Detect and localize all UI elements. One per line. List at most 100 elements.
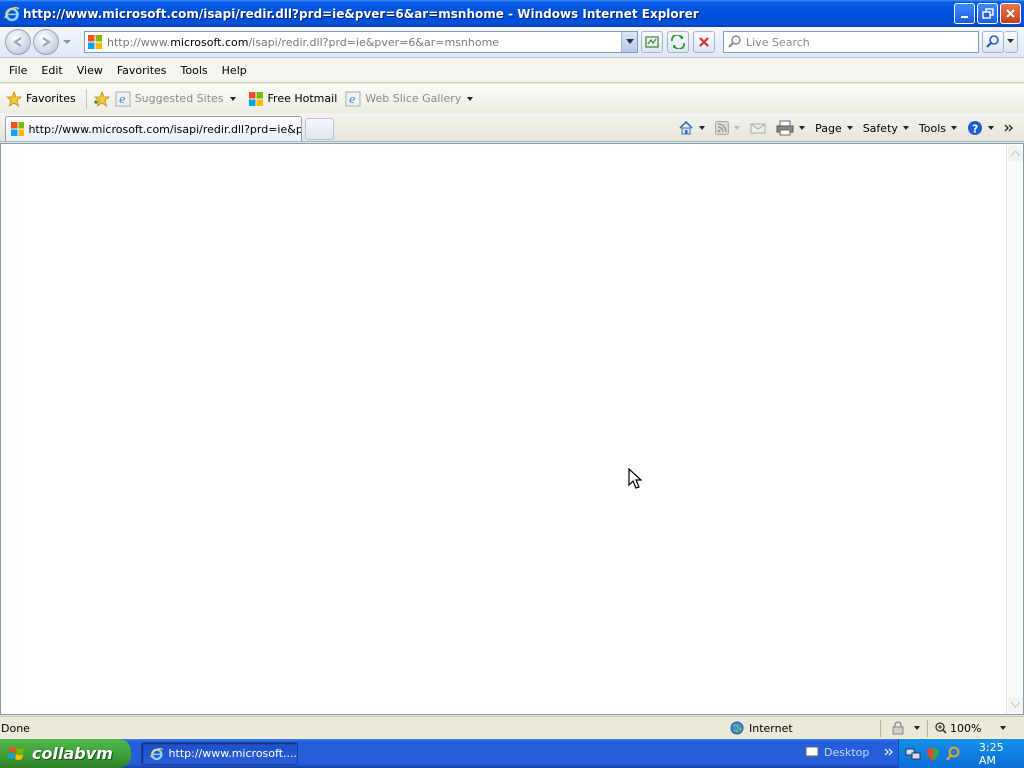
address-toolbar: http://www.microsoft.com/isapi/redir.dll… (0, 27, 1024, 58)
taskbar-ie-window[interactable]: http://www.microsoft.... (141, 742, 298, 765)
close-button[interactable] (1000, 3, 1021, 24)
chevron-double-right-icon (1004, 124, 1013, 132)
menu-favorites[interactable]: Favorites (110, 64, 174, 77)
search-tray-icon[interactable] (945, 746, 961, 762)
menu-tools[interactable]: Tools (174, 64, 215, 77)
toolbar-overflow-button[interactable] (1000, 123, 1018, 133)
desktop-label: Desktop (824, 745, 870, 759)
back-button[interactable] (5, 29, 31, 55)
chevron-down-icon (1000, 726, 1007, 730)
suggested-sites-link[interactable]: e Suggested Sites (115, 91, 236, 107)
status-divider (880, 720, 881, 737)
zone-label: Internet (749, 721, 793, 735)
stop-icon (699, 37, 709, 47)
suggested-sites-label: Suggested Sites (134, 92, 224, 105)
menu-edit[interactable]: Edit (34, 64, 69, 77)
safety-menu-button[interactable]: Safety (859, 122, 913, 135)
lock-icon (892, 721, 904, 735)
globe-icon (730, 721, 744, 735)
window-titlebar[interactable]: http://www.microsoft.com/isapi/redir.dll… (0, 0, 1024, 27)
tab-bar: http://www.microsoft.com/isapi/redir.dll… (0, 113, 1024, 142)
microsoft-favicon (11, 122, 25, 136)
svg-text:e: e (349, 93, 356, 106)
menu-help[interactable]: Help (215, 64, 254, 77)
star-icon (6, 90, 22, 107)
recent-pages-dropdown-icon[interactable] (63, 38, 71, 46)
ie-page-icon: e (115, 91, 131, 106)
chevron-up-icon (1011, 150, 1020, 156)
safety-menu-label: Safety (862, 121, 898, 135)
search-input[interactable]: Live Search (723, 31, 979, 53)
tab-active[interactable]: http://www.microsoft.com/isapi/redir.dll… (5, 116, 302, 141)
printer-icon (776, 120, 794, 136)
network-icon[interactable] (905, 746, 921, 762)
chevron-double-right-icon[interactable] (884, 747, 894, 757)
zoom-icon (935, 722, 947, 734)
free-hotmail-label: Free Hotmail (267, 92, 338, 105)
compatibility-view-button[interactable] (641, 31, 663, 53)
chevron-down-icon (229, 96, 236, 101)
free-hotmail-link[interactable]: Free Hotmail (248, 91, 338, 107)
forward-button[interactable] (33, 29, 59, 55)
command-bar: Page Safety Tools ? (674, 116, 1018, 140)
minimize-button[interactable] (954, 3, 975, 24)
page-menu-button[interactable]: Page (811, 122, 857, 135)
microsoft-favicon (88, 35, 102, 49)
chevron-down-icon (951, 126, 957, 130)
chevron-down-icon (1006, 39, 1014, 43)
menu-file[interactable]: File (0, 64, 34, 77)
add-favorite-icon (93, 90, 110, 107)
refresh-button[interactable] (667, 31, 689, 53)
web-slice-gallery-link[interactable]: e Web Slice Gallery (345, 91, 474, 107)
protected-mode-button[interactable] (890, 721, 920, 735)
status-divider (927, 720, 928, 737)
tab-title: http://www.microsoft.com/isapi/redir.dll… (28, 122, 301, 136)
status-text: Done (1, 721, 30, 735)
zoom-button[interactable]: 100% (935, 721, 1007, 735)
search-placeholder: Live Search (746, 35, 810, 49)
zoom-level: 100% (950, 721, 982, 735)
internet-explorer-icon (4, 6, 20, 21)
rss-feed-icon (715, 121, 730, 135)
scroll-down-button[interactable] (1008, 697, 1023, 712)
ie-page-icon: e (345, 91, 361, 106)
favorites-label: Favorites (26, 92, 76, 105)
feeds-button[interactable] (711, 121, 744, 135)
print-button[interactable] (772, 120, 809, 136)
window-title: http://www.microsoft.com/isapi/redir.dll… (23, 6, 699, 21)
desktop-toolbar[interactable]: Desktop (805, 745, 894, 759)
help-button[interactable]: ? (963, 120, 998, 136)
chevron-down-icon[interactable] (699, 126, 706, 130)
address-input[interactable]: http://www.microsoft.com/isapi/redir.dll… (84, 31, 638, 53)
scroll-up-button[interactable] (1008, 146, 1023, 161)
start-label: collabvm (32, 744, 113, 763)
restore-button[interactable] (977, 3, 998, 24)
search-button[interactable] (982, 31, 1004, 53)
mail-icon (750, 123, 766, 134)
add-to-favorites-bar-button[interactable] (93, 90, 111, 107)
search-options-button[interactable] (1004, 31, 1018, 53)
chevron-down-icon (467, 96, 474, 101)
chevron-down-icon (988, 126, 994, 130)
chevron-down-icon (625, 39, 634, 44)
home-button[interactable] (674, 120, 709, 136)
menu-view[interactable]: View (70, 64, 110, 77)
address-dropdown-button[interactable] (621, 32, 637, 52)
read-mail-button[interactable] (746, 121, 770, 135)
stop-button[interactable] (693, 31, 715, 53)
help-icon: ? (968, 121, 982, 136)
mouse-cursor-icon (628, 468, 642, 489)
desktop-icon (805, 746, 819, 758)
vertical-scrollbar[interactable] (1006, 144, 1023, 714)
internet-explorer-icon (150, 747, 164, 760)
compatibility-view-icon (645, 36, 659, 48)
security-zone[interactable]: Internet (730, 721, 793, 735)
start-button[interactable]: collabvm (0, 739, 131, 768)
page-content[interactable] (0, 143, 1024, 715)
favorites-button[interactable]: Favorites (6, 90, 76, 107)
chevron-down-icon[interactable] (799, 126, 806, 130)
new-tab-button[interactable] (305, 118, 334, 140)
tools-menu-button[interactable]: Tools (915, 122, 961, 135)
close-icon (1006, 9, 1015, 18)
security-shield-icon[interactable] (925, 746, 941, 762)
